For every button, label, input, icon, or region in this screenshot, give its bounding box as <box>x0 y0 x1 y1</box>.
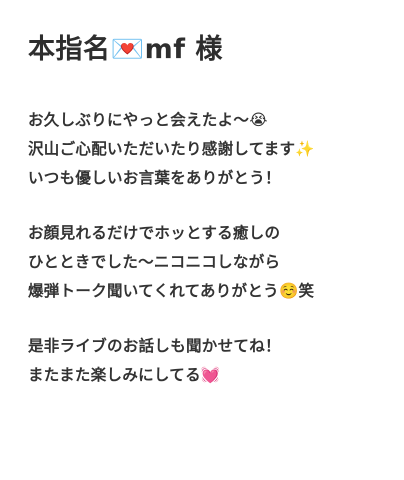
message-line: 沢山ご心配いただいたり感謝してます✨ <box>28 140 315 158</box>
message-line: またまた楽しみにしてる💓 <box>28 366 221 384</box>
message-paragraph-2: お顔見れるだけでホッとする癒しの ひとときでした〜ニコニコしながら 爆弾トーク聞… <box>28 219 388 306</box>
message-paragraph-3: 是非ライブのお話しも聞かせてね！ またまた楽しみにしてる💓 <box>28 332 388 390</box>
message-line: お顔見れるだけでホッとする癒しの <box>28 224 281 242</box>
message-card: 本指名💌mf 様 お久しぶりにやっと会えたよ〜😭 沢山ご心配いただいたり感謝して… <box>28 28 388 416</box>
message-body: お久しぶりにやっと会えたよ〜😭 沢山ご心配いただいたり感謝してます✨ いつも優し… <box>28 106 388 390</box>
message-line: いつも優しいお言葉をありがとう！ <box>28 169 281 187</box>
message-line: お久しぶりにやっと会えたよ〜😭 <box>28 111 268 129</box>
message-line: 是非ライブのお話しも聞かせてね！ <box>28 337 281 355</box>
message-paragraph-1: お久しぶりにやっと会えたよ〜😭 沢山ご心配いただいたり感謝してます✨ いつも優し… <box>28 106 388 193</box>
message-line: 爆弾トーク聞いてくれてありがとう☺️笑 <box>28 282 315 300</box>
message-line: ひとときでした〜ニコニコしながら <box>28 253 281 271</box>
message-title: 本指名💌mf 様 <box>28 34 223 65</box>
